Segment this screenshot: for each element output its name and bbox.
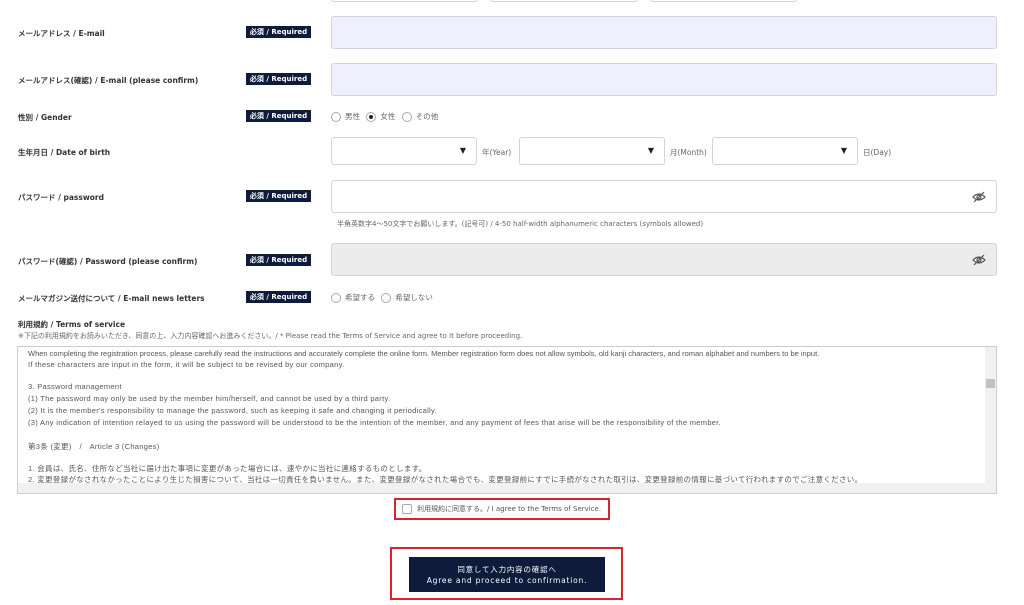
terms-line: (2) It is the member's responsibility to… bbox=[28, 406, 437, 415]
agree-checkbox[interactable] bbox=[402, 504, 412, 514]
gender-label: 性別 / Gender bbox=[18, 113, 72, 122]
gender-radio-other[interactable] bbox=[401, 111, 412, 122]
required-badge: 必須 / Required bbox=[246, 73, 311, 85]
dropdown-arrow-icon: ▼ bbox=[647, 146, 654, 155]
terms-line: 第3条 (変更) / Article 3 (Changes) bbox=[28, 442, 160, 451]
agree-label: 利用規約に同意する。/ I agree to the Terms of Serv… bbox=[417, 505, 602, 513]
newsletter-radio-group: 希望する 希望しない bbox=[331, 292, 437, 303]
top-partial-input-2[interactable] bbox=[490, 0, 638, 2]
terms-line: 3. Password management bbox=[28, 382, 122, 391]
month-unit: 月(Month) bbox=[670, 148, 707, 157]
terms-textarea[interactable]: When completing the registration process… bbox=[17, 346, 997, 494]
password-input[interactable] bbox=[331, 180, 997, 213]
agree-checkbox-row[interactable]: 利用規約に同意する。/ I agree to the Terms of Serv… bbox=[394, 498, 610, 520]
email-confirm-input[interactable] bbox=[331, 63, 997, 96]
agree-proceed-button[interactable]: 同意して入力内容の確認へ Agree and proceed to confir… bbox=[409, 557, 605, 592]
required-badge: 必須 / Required bbox=[246, 254, 311, 266]
terms-label: 利用規約 / Terms of service bbox=[18, 320, 126, 329]
newsletter-label: メールマガジン送付について / E-mail news letters bbox=[18, 294, 205, 303]
top-partial-input-1[interactable] bbox=[331, 0, 478, 2]
year-select[interactable]: ▼ bbox=[331, 137, 477, 165]
day-unit: 日(Day) bbox=[863, 148, 892, 157]
eye-off-icon[interactable] bbox=[972, 254, 986, 266]
email-input[interactable] bbox=[331, 16, 997, 49]
day-select[interactable]: ▼ bbox=[712, 137, 858, 165]
required-badge: 必須 / Required bbox=[246, 110, 311, 122]
button-line-1: 同意して入力内容の確認へ bbox=[457, 565, 557, 574]
month-select[interactable]: ▼ bbox=[519, 137, 665, 165]
password-confirm-label: パスワード(確認) / Password (please confirm) bbox=[18, 257, 198, 266]
newsletter-radio-no[interactable] bbox=[381, 292, 392, 303]
terms-line: If these characters are input in the for… bbox=[28, 360, 345, 369]
email-confirm-label: メールアドレス(確認) / E-mail (please confirm) bbox=[18, 76, 199, 85]
dob-label: 生年月日 / Date of birth bbox=[18, 148, 111, 157]
eye-off-icon[interactable] bbox=[972, 191, 986, 203]
newsletter-radio-yes[interactable] bbox=[331, 292, 341, 303]
terms-line: 1. 会員は、氏名、住所など当社に届け出た事項に変更があった場合には、速やかに当… bbox=[28, 464, 427, 473]
password-label: パスワード / password bbox=[18, 193, 104, 202]
dropdown-arrow-icon: ▼ bbox=[840, 146, 847, 155]
password-hint: 半角英数字4～50文字でお願いします。(記号可) / 4-50 half-wid… bbox=[337, 220, 704, 228]
dropdown-arrow-icon: ▼ bbox=[459, 146, 466, 155]
required-badge: 必須 / Required bbox=[246, 190, 311, 202]
horizontal-scrollbar[interactable] bbox=[18, 483, 996, 493]
password-confirm-input[interactable] bbox=[331, 243, 997, 276]
terms-note: ※下記の利用規約をお読みいただき、同意の上、入力内容確認へお進みください。/ *… bbox=[18, 332, 523, 340]
year-unit: 年(Year) bbox=[482, 148, 512, 157]
gender-radio-female[interactable] bbox=[366, 111, 377, 122]
top-partial-input-3[interactable] bbox=[650, 0, 797, 2]
gender-radio-group: 男性 女性 その他 bbox=[331, 111, 442, 122]
gender-radio-male[interactable] bbox=[331, 111, 341, 122]
button-line-2: Agree and proceed to confirmation. bbox=[426, 576, 588, 585]
required-badge: 必須 / Required bbox=[246, 26, 311, 38]
terms-line: (3) Any indication of intention relayed … bbox=[28, 418, 722, 427]
terms-line: When completing the registration process… bbox=[28, 349, 820, 358]
terms-line: (1) The password may only be used by the… bbox=[28, 394, 391, 403]
required-badge: 必須 / Required bbox=[246, 291, 311, 303]
email-label: メールアドレス / E-mail bbox=[18, 29, 105, 38]
vertical-scrollbar[interactable] bbox=[985, 347, 996, 485]
